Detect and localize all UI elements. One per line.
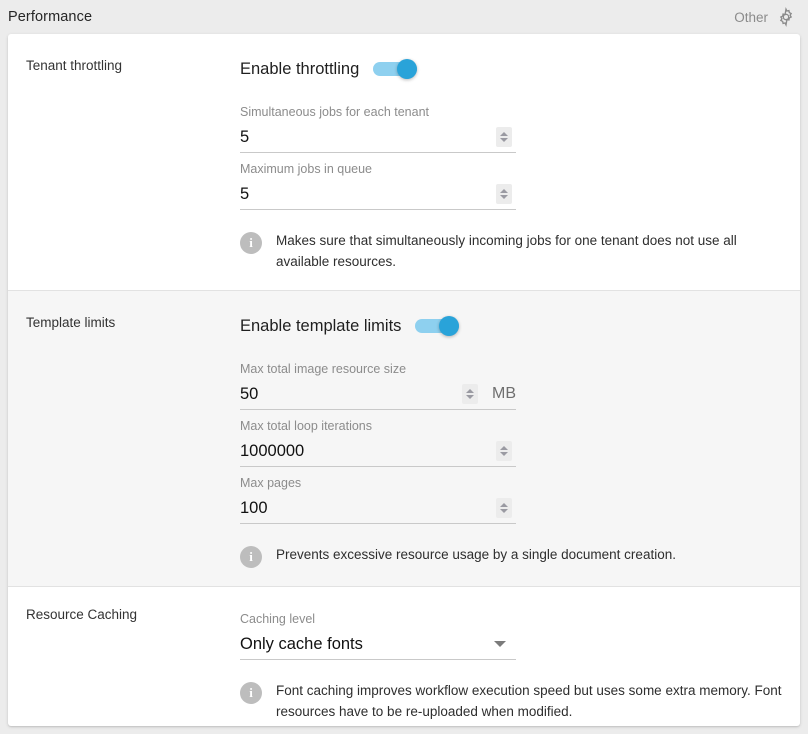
info-icon: i: [240, 546, 262, 568]
note-text: Makes sure that simultaneously incoming …: [276, 233, 737, 269]
toggle-thumb: [397, 59, 418, 79]
field-line: 5: [240, 179, 516, 210]
header-right-group: Other: [734, 7, 796, 27]
chevron-up-icon[interactable]: [500, 446, 508, 450]
field-line: 1000000: [240, 436, 516, 467]
field-max-image-resource-size: Max total image resource size 50 MB: [240, 355, 516, 410]
gear-icon[interactable]: [776, 7, 796, 27]
field-maximum-jobs-queue: Maximum jobs in queue 5: [240, 155, 516, 210]
simultaneous-jobs-input[interactable]: 5: [240, 122, 496, 153]
section-tenant-throttling: Tenant throttling Enable throttling Simu…: [8, 34, 800, 291]
chevron-up-icon[interactable]: [466, 389, 474, 393]
field-line: 50 MB: [240, 379, 516, 410]
max-pages-stepper[interactable]: [496, 498, 512, 518]
field-max-loop-iterations: Max total loop iterations 1000000: [240, 412, 516, 467]
field-label: Simultaneous jobs for each tenant: [240, 105, 430, 119]
chevron-up-icon[interactable]: [500, 503, 508, 507]
section-template-limits: Template limits Enable template limits M…: [8, 291, 800, 587]
window-header: Performance Other: [0, 0, 808, 34]
field-line[interactable]: Only cache fonts: [240, 629, 516, 660]
page-title: Performance: [8, 9, 93, 25]
chevron-down-icon[interactable]: [494, 641, 506, 647]
note-template-limits: i Prevents excessive resource usage by a…: [240, 544, 782, 568]
field-line: 5: [240, 122, 516, 153]
enable-throttling-label: Enable throttling: [240, 59, 360, 78]
chevron-down-icon[interactable]: [500, 138, 508, 142]
section-body-template-limits: Enable template limits Max total image r…: [240, 309, 800, 568]
max-image-resource-size-input[interactable]: 50: [240, 379, 462, 410]
chevron-up-icon[interactable]: [500, 189, 508, 193]
section-resource-caching: Resource Caching Caching level Only cach…: [8, 587, 800, 726]
section-title-resource-caching: Resource Caching: [26, 607, 138, 622]
note-resource-caching: i Font caching improves workflow executi…: [240, 680, 782, 722]
max-loop-iterations-stepper[interactable]: [496, 441, 512, 461]
section-body-tenant-throttling: Enable throttling Simultaneous jobs for …: [240, 52, 800, 272]
field-simultaneous-jobs: Simultaneous jobs for each tenant 5: [240, 98, 516, 153]
enable-template-limits-label: Enable template limits: [240, 316, 402, 335]
enable-template-limits-row: Enable template limits: [240, 309, 782, 343]
note-text: Prevents excessive resource usage by a s…: [276, 547, 676, 562]
enable-throttling-toggle[interactable]: [373, 59, 418, 79]
field-label: Caching level: [240, 612, 316, 626]
max-loop-iterations-input[interactable]: 1000000: [240, 436, 496, 467]
chevron-down-icon[interactable]: [500, 452, 508, 456]
info-icon: i: [240, 232, 262, 254]
maximum-jobs-queue-stepper[interactable]: [496, 184, 512, 204]
section-title-tenant-throttling: Tenant throttling: [26, 58, 123, 73]
chevron-down-icon[interactable]: [500, 509, 508, 513]
maximum-jobs-queue-input[interactable]: 5: [240, 179, 496, 210]
note-text: Font caching improves workflow execution…: [276, 683, 782, 719]
field-label: Max pages: [240, 476, 302, 490]
field-label: Max total image resource size: [240, 362, 407, 376]
chevron-down-icon[interactable]: [466, 395, 474, 399]
toggle-thumb: [439, 316, 460, 336]
field-label: Max total loop iterations: [240, 419, 373, 433]
max-image-resource-size-unit: MB: [492, 385, 516, 402]
field-line: 100: [240, 493, 516, 524]
enable-template-limits-toggle[interactable]: [415, 316, 460, 336]
caching-level-select[interactable]: Only cache fonts: [240, 629, 494, 660]
chevron-up-icon[interactable]: [500, 132, 508, 136]
section-title-template-limits: Template limits: [26, 315, 116, 330]
field-caching-level: Caching level Only cache fonts: [240, 605, 516, 660]
header-other-label: Other: [734, 9, 768, 25]
max-pages-input[interactable]: 100: [240, 493, 496, 524]
max-image-resource-size-stepper[interactable]: [462, 384, 478, 404]
chevron-down-icon[interactable]: [500, 195, 508, 199]
info-icon: i: [240, 682, 262, 704]
field-max-pages: Max pages 100: [240, 469, 516, 524]
performance-settings-card: Tenant throttling Enable throttling Simu…: [8, 34, 800, 726]
simultaneous-jobs-stepper[interactable]: [496, 127, 512, 147]
field-label: Maximum jobs in queue: [240, 162, 373, 176]
note-tenant-throttling: i Makes sure that simultaneously incomin…: [240, 230, 782, 272]
section-body-resource-caching: Caching level Only cache fonts i Font ca…: [240, 605, 800, 722]
enable-throttling-row: Enable throttling: [240, 52, 782, 86]
